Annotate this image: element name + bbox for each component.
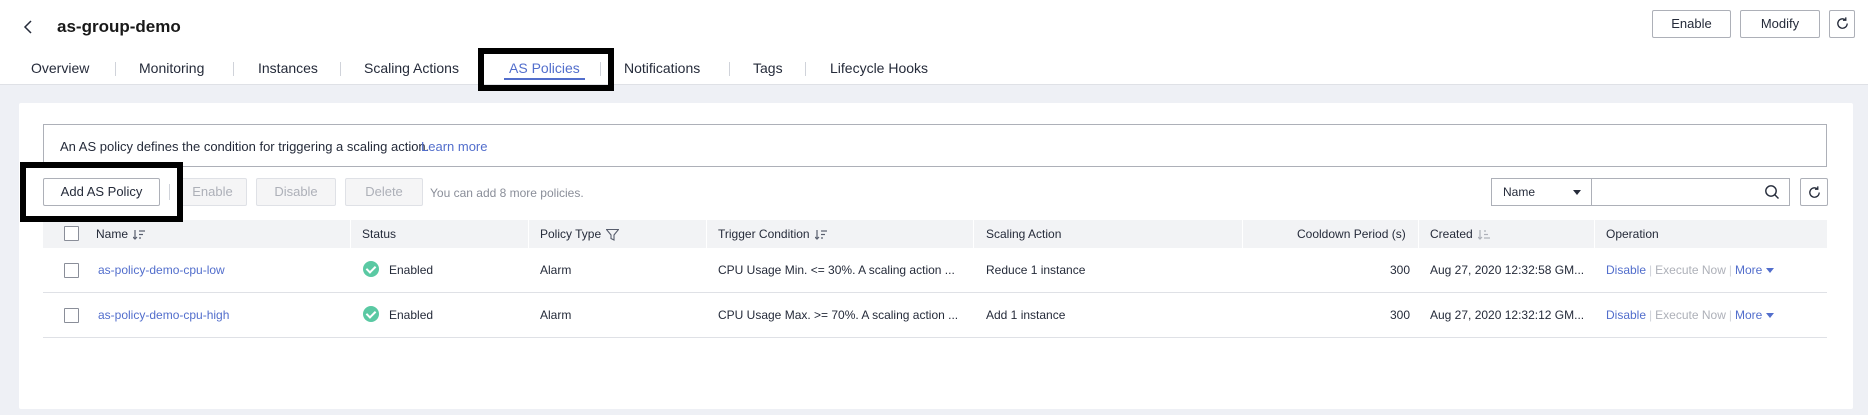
info-notice: An AS policy defines the condition for t… [43, 124, 1827, 167]
operation-cell: Disable | Execute Now | More [1606, 308, 1775, 322]
created-cell: Aug 27, 2020 12:32:12 GM... [1430, 308, 1585, 322]
trigger-condition-cell: CPU Usage Max. >= 70%. A scaling action … [718, 308, 959, 322]
tab-divider [600, 62, 601, 76]
column-divider [1594, 220, 1595, 248]
tab-divider [233, 62, 234, 76]
column-header-scaling-action: Scaling Action [986, 227, 1062, 241]
column-divider [1418, 220, 1419, 248]
cooldown-cell: 300 [1390, 263, 1411, 277]
tab-bar: Overview Monitoring Instances Scaling Ac… [0, 51, 1000, 85]
disable-policy-button[interactable]: Disable [256, 178, 336, 206]
add-as-policy-button[interactable]: Add AS Policy [43, 178, 160, 206]
check-circle-icon [363, 261, 379, 277]
list-refresh-button[interactable] [1800, 178, 1828, 206]
policy-name-link[interactable]: as-policy-demo-cpu-low [98, 263, 225, 277]
tab-overview[interactable]: Overview [31, 51, 89, 85]
table-row: as-policy-demo-cpu-low Enabled Alarm CPU… [43, 248, 1827, 293]
tab-instances[interactable]: Instances [258, 51, 318, 85]
chevron-left-icon[interactable] [20, 16, 38, 38]
search-field-select[interactable]: Name [1491, 178, 1592, 206]
table-header: Name Status Policy Type Trigger Conditio… [43, 220, 1827, 248]
disable-policy-link[interactable]: Disable [1606, 308, 1646, 322]
op-divider: | [1728, 263, 1732, 277]
column-divider [528, 220, 529, 248]
scaling-action-cell: Add 1 instance [986, 308, 1066, 322]
column-label: Policy Type [540, 227, 602, 241]
column-divider [1242, 220, 1243, 248]
column-header-created: Created [1430, 227, 1490, 241]
status-text: Enabled [389, 263, 434, 277]
filter-icon[interactable] [606, 228, 620, 241]
op-divider: | [1649, 308, 1653, 322]
select-all-checkbox[interactable] [64, 226, 79, 241]
disable-policy-link[interactable]: Disable [1606, 263, 1646, 277]
check-circle-icon [363, 306, 379, 322]
header-refresh-button[interactable] [1829, 10, 1855, 38]
policy-name-link[interactable]: as-policy-demo-cpu-high [98, 308, 229, 322]
enable-group-button[interactable]: Enable [1652, 10, 1731, 38]
status-text: Enabled [389, 308, 434, 322]
more-menu[interactable]: More [1735, 308, 1762, 322]
learn-more-link[interactable]: Learn more [421, 139, 487, 154]
column-header-trigger-condition: Trigger Condition [718, 227, 827, 241]
search-icon[interactable] [1764, 184, 1780, 200]
column-label: Name [96, 227, 129, 241]
op-divider: | [1649, 263, 1653, 277]
sort-icon[interactable] [814, 229, 827, 241]
table-row: as-policy-demo-cpu-high Enabled Alarm CP… [43, 293, 1827, 338]
tab-tags[interactable]: Tags [753, 51, 783, 85]
tab-divider [340, 62, 341, 76]
column-divider [706, 220, 707, 248]
column-divider [350, 220, 351, 248]
column-header-status: Status [362, 227, 397, 241]
execute-now-link[interactable]: Execute Now [1655, 263, 1726, 277]
tab-scaling-actions[interactable]: Scaling Actions [364, 51, 459, 85]
column-header-operation: Operation [1606, 227, 1659, 241]
tab-lifecycle-hooks[interactable]: Lifecycle Hooks [830, 51, 928, 85]
column-header-cooldown: Cooldown Period (s) [1297, 227, 1406, 241]
created-cell: Aug 27, 2020 12:32:58 GM... [1430, 263, 1585, 277]
operation-cell: Disable | Execute Now | More [1606, 263, 1775, 277]
column-divider [973, 220, 974, 248]
toolbar-divider [169, 184, 170, 200]
policy-type-cell: Alarm [540, 263, 572, 277]
sort-icon[interactable] [1477, 229, 1490, 241]
refresh-icon [1809, 186, 1820, 198]
trigger-condition-cell: CPU Usage Min. <= 30%. A scaling action … [718, 263, 955, 277]
policy-type-cell: Alarm [540, 308, 572, 322]
cooldown-cell: 300 [1390, 308, 1411, 322]
caret-down-icon [1766, 313, 1775, 319]
modify-group-button[interactable]: Modify [1740, 10, 1820, 38]
caret-down-icon [1573, 190, 1581, 195]
execute-now-link[interactable]: Execute Now [1655, 308, 1726, 322]
enable-policy-button[interactable]: Enable [178, 178, 247, 206]
column-label: Created [1430, 227, 1473, 241]
tab-divider [805, 62, 806, 76]
caret-down-icon [1766, 268, 1775, 274]
sort-icon[interactable] [133, 229, 146, 241]
scaling-action-cell: Reduce 1 instance [986, 263, 1086, 277]
search-input[interactable] [1591, 178, 1790, 206]
search-field-label: Name [1503, 185, 1536, 199]
quota-text: You can add 8 more policies. [430, 186, 584, 200]
tab-notifications[interactable]: Notifications [624, 51, 700, 85]
more-menu[interactable]: More [1735, 263, 1762, 277]
tab-divider [115, 62, 116, 76]
tab-as-policies[interactable]: AS Policies [504, 51, 585, 85]
delete-policy-button[interactable]: Delete [345, 178, 423, 206]
column-header-policy-type: Policy Type [540, 227, 620, 241]
column-label: Trigger Condition [718, 227, 810, 241]
row-checkbox[interactable] [64, 308, 79, 323]
page-header: as-group-demo Enable Modify Overview Mon… [0, 0, 1868, 85]
tab-divider [729, 62, 730, 76]
tab-monitoring[interactable]: Monitoring [139, 51, 204, 85]
op-divider: | [1728, 308, 1732, 322]
column-header-name: Name [96, 227, 146, 241]
refresh-icon [1837, 17, 1848, 29]
page-title: as-group-demo [57, 17, 181, 36]
row-checkbox[interactable] [64, 263, 79, 278]
notice-text: An AS policy defines the condition for t… [60, 139, 430, 154]
